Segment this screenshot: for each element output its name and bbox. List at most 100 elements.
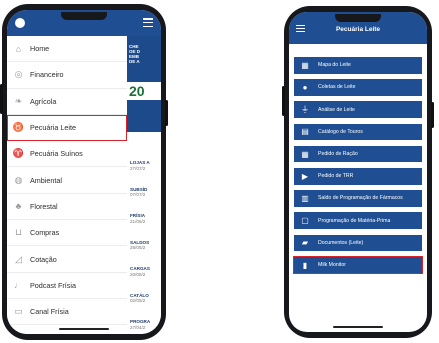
menu-item-label: Home [30,44,50,54]
menu-item-label: Financeiro [30,70,64,80]
news-item[interactable]: SALDOS 26/05/2 [130,240,149,251]
milk-icon: ▮ [302,260,308,270]
page-title: Pecuária Leite [335,26,381,33]
news-title: SUBSÍD [130,186,148,192]
menu-item-label: Ambiental [30,175,62,185]
list-item-programa-o-de-mat-ria-prima[interactable]: ▢ Programação de Matéria-Prima [294,212,422,229]
menu-item-label: Canal Frísia [30,307,69,317]
coin-icon: ◎ [14,69,23,80]
bar-chart-icon: ▥ [301,193,309,203]
list-item-cat-logo-de-touros[interactable]: ▤ Catálogo de Touros [294,123,422,141]
tree-icon: ♣ [15,201,22,212]
flask-icon: ⏚ [301,105,309,115]
notch [335,14,381,22]
news-title: FRÍSIA [130,213,146,218]
hamburger-menu-icon[interactable] [143,18,153,27]
news-title: SALDOS [130,239,150,245]
side-menu: ⌂ Home ◎ Financeiro ❧ Agrícola ♉ Pecuária Leite… [7,36,127,334]
menu-item-label: Agrícola [30,96,57,106]
menu-item-agr-cola[interactable]: ❧ Agrícola [7,89,127,115]
cow-icon: ♉ [12,122,25,133]
target-icon: ⊕ [13,332,24,334]
home-icon: ⌂ [15,43,22,54]
news-date: 27/04/2 [130,324,146,330]
menu-item-label: Pecuária Suínos [30,149,83,159]
menu-item-podcast-fr-sia[interactable]: ♩ Podcast Frísia [7,273,127,299]
news-item[interactable]: CATÁLO 02/05/2 [130,293,149,304]
power-button [165,100,168,126]
grid-icon: ▦ [301,149,309,159]
home-indicator [59,328,109,330]
notch [61,12,107,20]
news-item[interactable]: PROGRA 27/04/2 [130,319,150,330]
menu-item-florestal[interactable]: ♣ Florestal [7,194,127,221]
list-item-an-lise-de-leite[interactable]: ⏚ Análise de Leite [294,101,422,118]
news-item[interactable]: LOJAS A 27/07/2 [130,160,150,171]
list-item-label: Pedido de TRR [318,173,354,180]
menu-item-label: Podcast Frísia [30,280,76,290]
news-item[interactable]: SUBSÍD 07/07/2 [130,187,147,198]
list-item-label: Análise de Leite [318,106,355,113]
news-item[interactable]: FRÍSIA 21/06/2 [130,213,145,224]
phone-right: Pecuária Leite ▦ Mapa do Leite ● Coletas de… [282,6,434,338]
menu-item-label: Pecuária Leite [30,123,76,133]
location-pin-icon: ● [302,82,308,92]
home-indicator [333,326,383,328]
list-item-label: Milk Monitor [318,262,346,269]
list-item-pedido-de-ra-o[interactable]: ▦ Pedido de Ração [294,145,422,163]
calendar-icon: ▢ [301,216,309,226]
phone-right-screen: Pecuária Leite ▦ Mapa do Leite ● Coletas de… [289,12,427,332]
leaf-icon: ❧ [14,95,23,106]
news-date: 26/05/2 [130,245,146,250]
list-item-label: Coletas de Leite [318,84,356,91]
list-item-label: Documentos (Leite) [318,239,364,246]
news-title: LOJAS A [130,160,150,165]
phone-left-screen: ⌂ Home ◎ Financeiro ❧ Agrícola ♉ Pecuária Leite… [7,10,161,334]
chart-icon: ◿ [15,253,22,264]
menu-item-label: Florestal [30,201,58,211]
menu-item-financeiro[interactable]: ◎ Financeiro [7,62,127,89]
list-item-label: Mapa do Leite [318,62,351,69]
volume-button [0,84,3,114]
volume-button [282,86,285,116]
banner-year: 20 [129,83,145,99]
list-item-milk-monitor[interactable]: ▮ Milk Monitor [293,255,423,275]
user-icon[interactable] [15,18,25,28]
news-date: 27/07/2 [130,165,146,171]
banner[interactable]: CHE OE D EMB DE A 20 [127,36,161,132]
list-item-label: Catálogo de Touros [318,128,363,135]
list-item-label: Saldo de Programação de Fármacos [318,195,403,202]
microphone-icon: ♩ [14,280,23,291]
menu-item-cota-o[interactable]: ◿ Cotação [7,246,127,273]
menu-item-canal-fr-sia[interactable]: ▭ Canal Frísia [7,299,127,326]
banner-stripe: 20 [127,82,161,100]
list-item-documentos-leite-[interactable]: ▰ Documentos (Leite) [294,234,422,252]
menu-item-label: Compras [30,228,60,238]
news-content: CHE OE D EMB DE A 20 LOJAS A 27/07/2 SUBSÍD 07… [127,36,161,334]
news-title: CATÁLO [130,292,149,298]
globe-icon: ◍ [14,174,23,185]
menu-item-home[interactable]: ⌂ Home [7,36,127,63]
list-item-pedido-de-trr[interactable]: ▶ Pedido de TRR [294,168,422,185]
list-item-coletas-de-leite[interactable]: ● Coletas de Leite [294,79,422,96]
news-date: 21/06/2 [130,218,146,224]
news-title: PROGRA [130,319,151,324]
news-date: 07/07/2 [130,192,146,197]
video-icon: ▭ [14,306,23,317]
menu-item-compras[interactable]: ⊔ Compras [7,220,127,247]
menu-item-pecu-ria-su-nos[interactable]: ♈ Pecuária Suínos [7,141,127,168]
pig-icon: ♈ [12,148,25,159]
cart-icon: ⊔ [14,227,23,238]
news-date: 02/05/2 [130,298,146,303]
menu-item-pecu-ria-leite[interactable]: ♉ Pecuária Leite [7,114,127,142]
menu-item-label: Frísia em Foco [30,333,78,334]
menu-item-ambiental[interactable]: ◍ Ambiental [7,167,127,194]
news-item[interactable]: CARGAS 20/05/2 [130,266,150,277]
map-icon: ▦ [301,60,309,70]
folder-icon: ▰ [301,238,309,248]
news-title: CARGAS [130,266,150,271]
list-item-saldo-de-programa-o-de-f-rmacos[interactable]: ▥ Saldo de Programação de Fármacos [294,190,422,207]
banner-text: DE A [129,59,140,64]
list-item-mapa-do-leite[interactable]: ▦ Mapa do Leite [294,57,422,74]
phone-left: ⌂ Home ◎ Financeiro ❧ Agrícola ♉ Pecuária Leite… [0,4,168,340]
